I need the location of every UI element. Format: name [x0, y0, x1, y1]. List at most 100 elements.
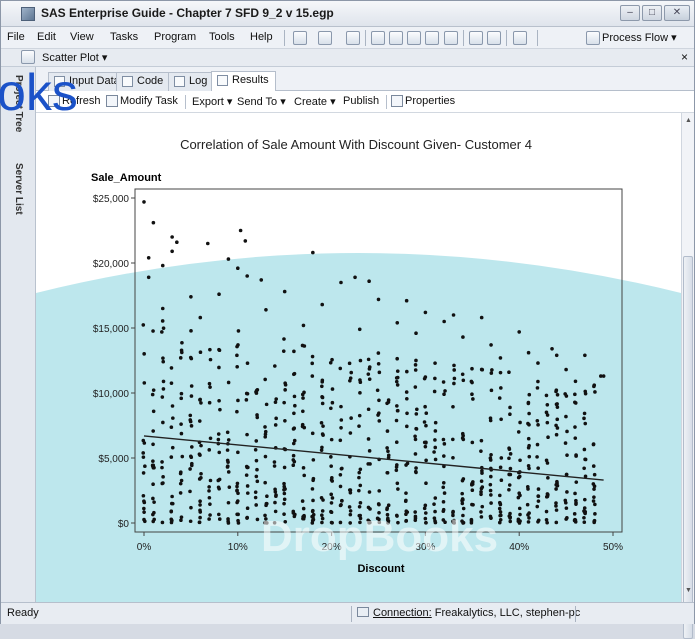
data-point [160, 319, 165, 323]
pane-close-button[interactable]: × [681, 50, 688, 64]
close-button[interactable]: ✕ [664, 5, 690, 21]
data-point [526, 401, 531, 406]
sidebar-tab-project-tree[interactable]: Project Tree [13, 75, 24, 132]
data-point [442, 392, 446, 397]
refresh-button[interactable]: Refresh [62, 95, 101, 107]
data-point [442, 491, 447, 495]
data-point [329, 406, 333, 411]
menu-help[interactable]: Help [250, 31, 273, 43]
menu-tools[interactable]: Tools [209, 31, 235, 43]
data-point [225, 430, 230, 435]
data-point [536, 519, 540, 524]
data-point [216, 437, 221, 442]
send-to-menu[interactable]: Send To ▾ [237, 95, 286, 108]
redo-icon[interactable] [487, 31, 501, 45]
open-icon[interactable] [318, 31, 332, 45]
export-menu[interactable]: Export ▾ [192, 95, 232, 108]
data-point [208, 513, 212, 517]
window-layout-icon[interactable] [513, 31, 527, 45]
undo-icon[interactable] [469, 31, 483, 45]
menu-file[interactable]: File [7, 31, 25, 43]
data-point [245, 491, 250, 495]
vertical-scrollbar[interactable]: ▲ ▼ [681, 113, 694, 639]
menu-program[interactable]: Program [154, 31, 196, 43]
sidebar-tab-server-list[interactable]: Server List [13, 163, 24, 215]
data-point [422, 420, 427, 424]
data-point [527, 443, 531, 448]
data-point [282, 337, 286, 341]
data-point [170, 494, 174, 499]
data-point [235, 353, 239, 358]
data-point [198, 315, 203, 320]
data-point [197, 520, 202, 524]
data-point [272, 464, 277, 468]
modify-task-button[interactable]: Modify Task [120, 95, 178, 107]
data-point [300, 424, 305, 429]
data-point [236, 450, 240, 455]
scrollbar-thumb[interactable] [683, 256, 693, 639]
data-point [518, 519, 522, 523]
data-point [198, 499, 202, 504]
data-point [452, 376, 457, 381]
data-point [291, 453, 296, 458]
paste-icon[interactable] [425, 31, 439, 45]
data-point [433, 457, 438, 462]
scroll-up-icon[interactable]: ▲ [685, 117, 692, 124]
data-point [320, 401, 325, 406]
process-flow-button[interactable]: Process Flow ▾ [602, 31, 677, 44]
data-point [272, 460, 277, 464]
menu-view[interactable]: View [70, 31, 94, 43]
data-point [198, 350, 203, 355]
data-point [254, 474, 259, 479]
tab-results[interactable]: Results [211, 71, 276, 91]
data-point [405, 424, 409, 429]
data-point [330, 400, 335, 405]
data-point [554, 402, 559, 407]
x-axis-label: Discount [357, 563, 404, 575]
connection-link[interactable]: Connection: [373, 607, 432, 619]
data-point [554, 520, 559, 525]
tab-log[interactable]: Log [168, 72, 215, 91]
publish-button[interactable]: Publish [343, 95, 379, 107]
add-data-icon[interactable] [346, 31, 360, 45]
data-point [544, 410, 549, 415]
new-icon[interactable] [293, 31, 307, 45]
create-menu[interactable]: Create ▾ [294, 95, 336, 108]
menu-edit[interactable]: Edit [37, 31, 56, 43]
data-point [169, 455, 174, 459]
data-point [263, 429, 268, 434]
data-point [488, 418, 493, 423]
data-point [235, 499, 240, 503]
print-icon[interactable] [371, 31, 385, 45]
data-point [470, 366, 474, 371]
data-point [591, 442, 596, 446]
scatter-plot-dropdown[interactable]: Scatter Plot ▾ [42, 51, 107, 64]
data-point [189, 329, 193, 333]
copy-icon[interactable] [407, 31, 421, 45]
data-point [207, 489, 211, 493]
cut-icon[interactable] [389, 31, 403, 45]
data-point [405, 396, 409, 401]
tab-code[interactable]: Code [116, 72, 171, 91]
data-point [442, 319, 446, 324]
data-point [198, 510, 203, 514]
data-point [179, 431, 184, 436]
delete-icon[interactable] [444, 31, 458, 45]
minimize-button[interactable]: – [620, 5, 640, 21]
app-window: SAS Enterprise Guide - Chapter 7 SFD 9_2… [0, 0, 695, 639]
tab-input-data[interactable]: Input Data [48, 72, 127, 91]
data-point [207, 517, 211, 521]
data-point [517, 506, 522, 511]
data-point [592, 487, 596, 491]
data-point [264, 402, 269, 407]
scroll-down-icon[interactable]: ▼ [685, 587, 692, 594]
menu-tasks[interactable]: Tasks [110, 31, 138, 43]
data-point [460, 436, 465, 440]
properties-button[interactable]: Properties [405, 95, 455, 107]
data-point [180, 350, 184, 355]
data-point [508, 412, 512, 417]
maximize-button[interactable]: □ [642, 5, 662, 21]
data-point [394, 376, 399, 380]
data-point [593, 502, 597, 507]
data-point [236, 518, 240, 523]
